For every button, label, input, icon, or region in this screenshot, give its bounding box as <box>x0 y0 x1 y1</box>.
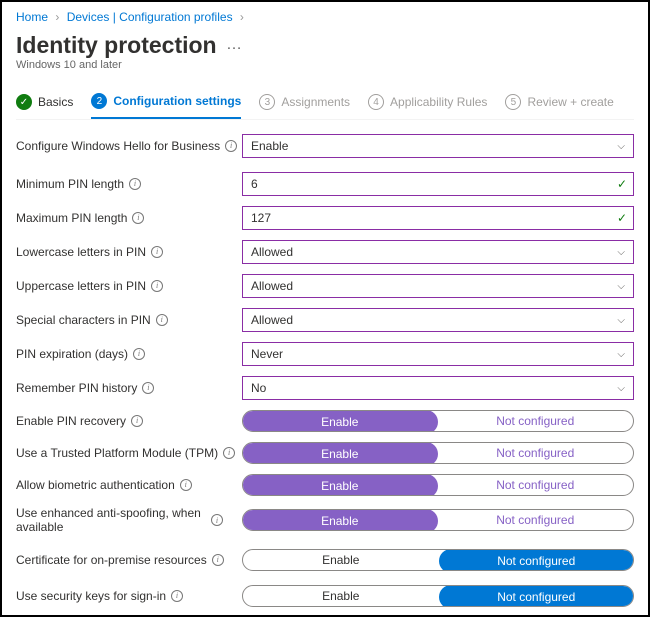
chevron-down-icon: ⌵ <box>617 315 625 326</box>
select-expiration[interactable]: Never ⌵ <box>242 342 634 366</box>
toggle-option-not-configured[interactable]: Not configured <box>438 443 634 463</box>
breadcrumb-devices[interactable]: Devices | Configuration profiles <box>67 10 233 24</box>
breadcrumb-home[interactable]: Home <box>16 10 48 24</box>
select-uppercase[interactable]: Allowed ⌵ <box>242 274 634 298</box>
input-value: 127 <box>251 211 271 225</box>
info-icon[interactable] <box>225 140 237 152</box>
select-special[interactable]: Allowed ⌵ <box>242 308 634 332</box>
chevron-down-icon: ⌵ <box>617 383 625 394</box>
step-label: Assignments <box>281 95 350 109</box>
step-applicability-rules[interactable]: 4 Applicability Rules <box>368 87 487 119</box>
toggle-option-not-configured[interactable]: Not configured <box>439 549 635 571</box>
info-icon[interactable] <box>212 554 224 566</box>
info-icon[interactable] <box>156 314 168 326</box>
info-icon[interactable] <box>171 590 183 602</box>
select-configure-hello[interactable]: Enable ⌵ <box>242 134 634 158</box>
select-value: Enable <box>251 139 288 153</box>
label-min-pin: Minimum PIN length <box>16 177 124 191</box>
chevron-down-icon: ⌵ <box>617 247 625 258</box>
info-icon[interactable] <box>131 415 143 427</box>
step-label: Basics <box>38 95 73 109</box>
info-icon[interactable] <box>151 246 163 258</box>
toggle-tpm[interactable]: Enable Not configured <box>242 442 634 464</box>
page-subtitle: Windows 10 and later <box>16 59 634 71</box>
input-min-pin[interactable]: 6 ✓ <box>242 172 634 196</box>
step-assignments[interactable]: 3 Assignments <box>259 87 350 119</box>
toggle-option-enable[interactable]: Enable <box>243 586 439 606</box>
input-value: 6 <box>251 177 258 191</box>
configuration-form: Configure Windows Hello for Business Ena… <box>16 134 634 607</box>
step-label: Configuration settings <box>113 94 241 108</box>
info-icon[interactable] <box>151 280 163 292</box>
label-anti-spoof: Use enhanced anti-spoofing, when availab… <box>16 506 206 535</box>
toggle-option-enable[interactable]: Enable <box>243 550 439 570</box>
step-number-icon: 3 <box>259 94 275 110</box>
label-cert: Certificate for on-premise resources <box>16 553 207 567</box>
info-icon[interactable] <box>180 479 192 491</box>
chevron-right-icon: › <box>240 10 244 24</box>
info-icon[interactable] <box>223 447 235 459</box>
step-label: Applicability Rules <box>390 95 487 109</box>
label-configure-hello: Configure Windows Hello for Business <box>16 139 220 153</box>
toggle-option-enable[interactable]: Enable <box>242 509 438 531</box>
label-tpm: Use a Trusted Platform Module (TPM) <box>16 446 218 460</box>
label-expiration: PIN expiration (days) <box>16 347 128 361</box>
toggle-option-enable[interactable]: Enable <box>242 442 438 464</box>
input-max-pin[interactable]: 127 ✓ <box>242 206 634 230</box>
toggle-cert[interactable]: Enable Not configured <box>242 549 634 571</box>
toggle-option-not-configured[interactable]: Not configured <box>438 475 634 495</box>
label-security-keys: Use security keys for sign-in <box>16 589 166 603</box>
label-biometric: Allow biometric authentication <box>16 478 175 492</box>
label-lowercase: Lowercase letters in PIN <box>16 245 146 259</box>
breadcrumb: Home › Devices | Configuration profiles … <box>16 10 634 24</box>
toggle-recovery[interactable]: Enable Not configured <box>242 410 634 432</box>
info-icon[interactable] <box>129 178 141 190</box>
toggle-option-not-configured[interactable]: Not configured <box>438 510 634 530</box>
step-number-icon: 2 <box>91 93 107 109</box>
label-special: Special characters in PIN <box>16 313 151 327</box>
step-label: Review + create <box>527 95 613 109</box>
chevron-down-icon: ⌵ <box>617 141 625 152</box>
checkmark-icon: ✓ <box>617 211 627 225</box>
toggle-biometric[interactable]: Enable Not configured <box>242 474 634 496</box>
select-lowercase[interactable]: Allowed ⌵ <box>242 240 634 264</box>
step-review-create[interactable]: 5 Review + create <box>505 87 613 119</box>
info-icon[interactable] <box>142 382 154 394</box>
label-recovery: Enable PIN recovery <box>16 414 126 428</box>
info-icon[interactable] <box>211 514 223 526</box>
label-max-pin: Maximum PIN length <box>16 211 127 225</box>
check-circle-icon <box>16 94 32 110</box>
toggle-option-not-configured[interactable]: Not configured <box>438 411 634 431</box>
step-basics[interactable]: Basics <box>16 87 73 119</box>
step-configuration-settings[interactable]: 2 Configuration settings <box>91 87 241 119</box>
toggle-security-keys[interactable]: Enable Not configured <box>242 585 634 607</box>
chevron-right-icon: › <box>55 10 59 24</box>
select-value: Allowed <box>251 313 293 327</box>
select-value: Never <box>251 347 283 361</box>
select-remember[interactable]: No ⌵ <box>242 376 634 400</box>
label-uppercase: Uppercase letters in PIN <box>16 279 146 293</box>
chevron-down-icon: ⌵ <box>617 349 625 360</box>
toggle-option-enable[interactable]: Enable <box>242 474 438 496</box>
more-actions-icon[interactable]: … <box>226 36 242 53</box>
checkmark-icon: ✓ <box>617 177 627 191</box>
info-icon[interactable] <box>133 348 145 360</box>
label-remember: Remember PIN history <box>16 381 137 395</box>
toggle-option-not-configured[interactable]: Not configured <box>439 585 635 607</box>
toggle-option-enable[interactable]: Enable <box>242 410 438 432</box>
step-number-icon: 4 <box>368 94 384 110</box>
select-value: No <box>251 381 266 395</box>
toggle-anti-spoof[interactable]: Enable Not configured <box>242 509 634 531</box>
select-value: Allowed <box>251 279 293 293</box>
chevron-down-icon: ⌵ <box>617 281 625 292</box>
select-value: Allowed <box>251 245 293 259</box>
step-number-icon: 5 <box>505 94 521 110</box>
info-icon[interactable] <box>132 212 144 224</box>
wizard-steps: Basics 2 Configuration settings 3 Assign… <box>16 87 634 120</box>
page-title: Identity protection <box>16 32 217 59</box>
